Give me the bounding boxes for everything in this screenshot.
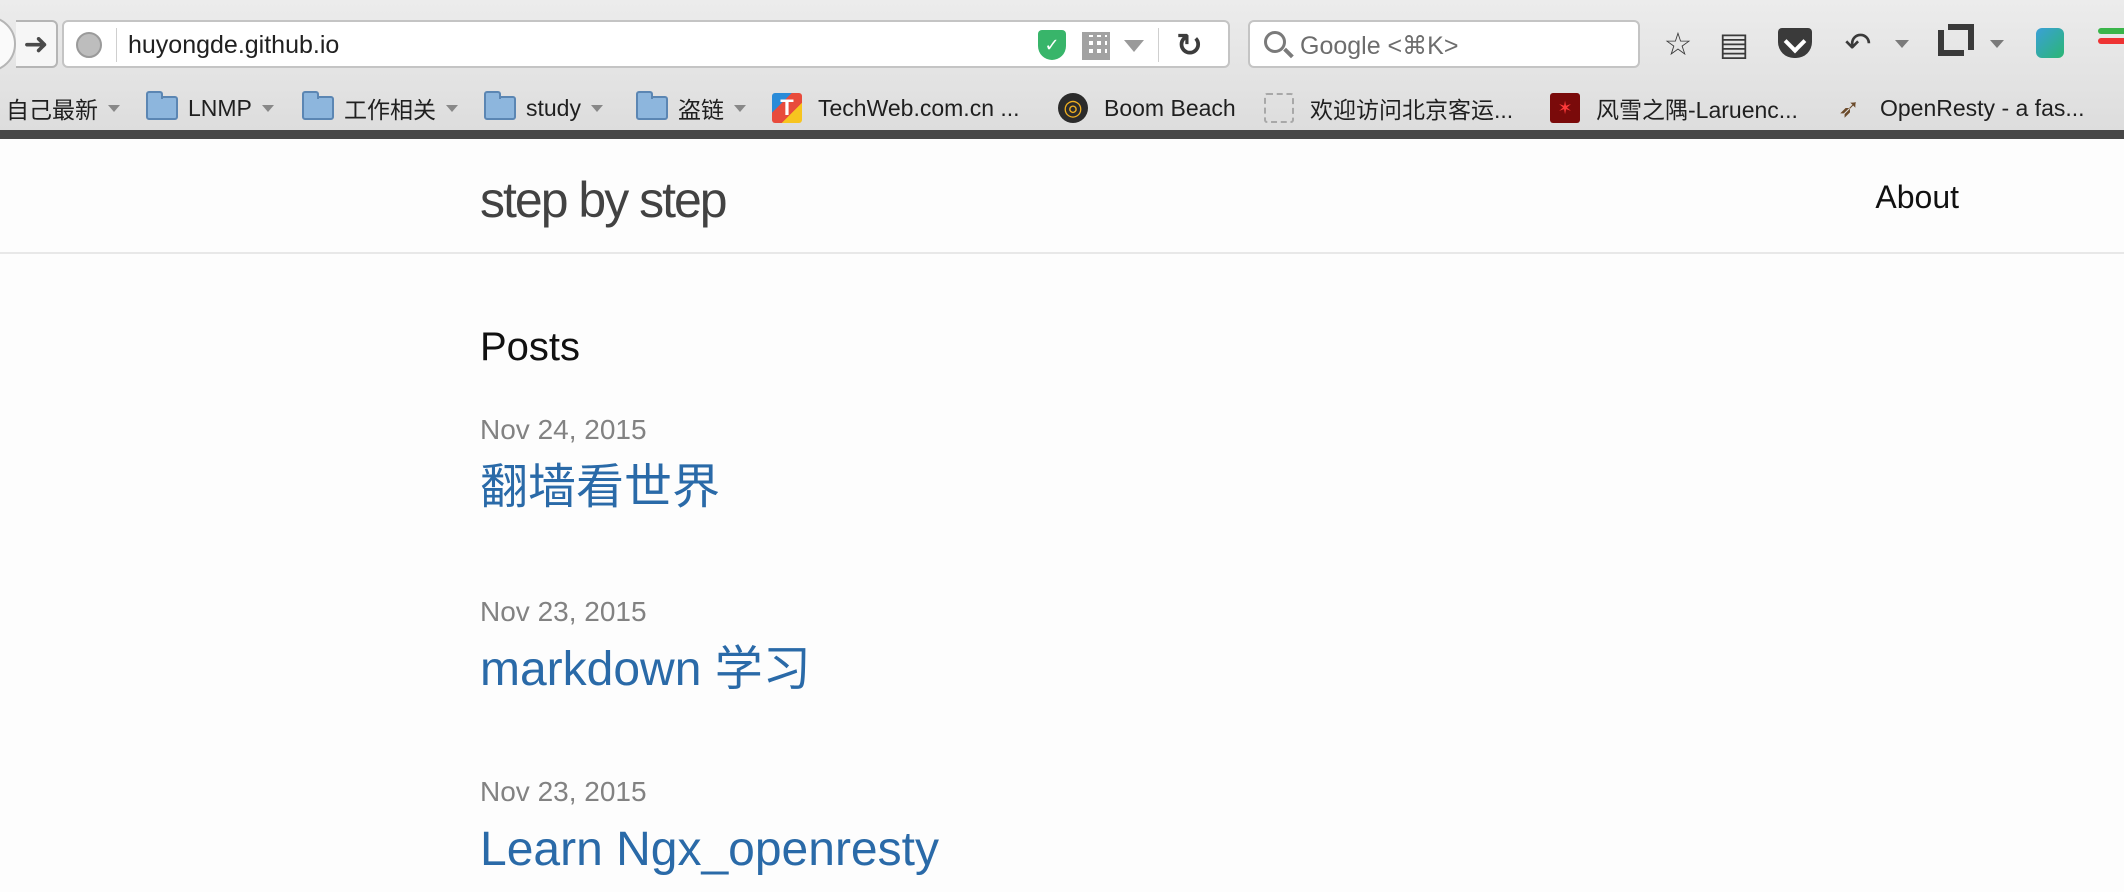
post-date: Nov 24, 2015 [480, 414, 647, 445]
toolbar-divider [0, 130, 2124, 139]
site-title-link[interactable]: step by step [480, 171, 728, 229]
reload-icon[interactable]: ↻ [1176, 26, 1203, 64]
star-icon[interactable]: ☆ [1658, 22, 1698, 66]
shield-icon[interactable]: ✓ [1038, 30, 1066, 60]
chevron-down-icon [734, 104, 746, 112]
bookmark-label: Boom Beach [1104, 94, 1236, 121]
search-placeholder: Google <⌘K> [1300, 32, 1459, 60]
dropdown-arrow-icon[interactable] [1124, 40, 1144, 52]
reading-list-icon[interactable]: ▤ [1714, 22, 1754, 66]
pocket-icon[interactable] [1778, 28, 1812, 58]
techweb-favicon-icon: T [772, 93, 802, 123]
bookmark-site[interactable]: 欢迎访问北京客运... [1264, 90, 1513, 126]
nav-about-link[interactable]: About [1875, 179, 1959, 216]
bookmark-label: 工作相关 [344, 97, 436, 123]
navigation-row: ➜ huyongde.github.io ✓ ↻ Google <⌘K> ☆ ▤… [0, 0, 2124, 86]
forward-button[interactable]: ➜ [16, 20, 58, 68]
url-divider [1158, 28, 1159, 62]
post-title-link[interactable]: 翻墙看世界 [480, 458, 720, 518]
openresty-favicon-icon: ➶ [1838, 93, 1860, 123]
url-divider [116, 28, 117, 62]
post-list-item: Nov 23, 2015 Learn Ngx_openresty [480, 774, 939, 880]
back-button[interactable] [0, 16, 16, 72]
bookmark-label: TechWeb.com.cn ... [818, 94, 1020, 121]
site-header: step by step About [0, 139, 2124, 254]
search-bar[interactable]: Google <⌘K> [1248, 20, 1640, 68]
chevron-down-icon[interactable] [1990, 40, 2004, 48]
chevron-down-icon [108, 104, 120, 112]
bookmarks-bar: 自己最新 LNMP 工作相关 study 盗链 T TechWeb.com.cn… [0, 86, 2124, 130]
posts-section: Posts Nov 24, 2015 翻墙看世界 Nov 23, 2015 ma… [480, 320, 1680, 876]
search-icon [1264, 31, 1286, 53]
bookmark-site[interactable]: ✶ 风雪之隅-Laruenc... [1550, 90, 1798, 126]
bookmark-site[interactable]: T TechWeb.com.cn ... [772, 90, 1020, 126]
undo-icon[interactable]: ↶ [1838, 22, 1878, 66]
arrow-right-icon: ➜ [23, 27, 49, 61]
qr-code-icon[interactable] [1082, 32, 1110, 60]
chevron-down-icon [590, 104, 603, 112]
bookmark-label: 欢迎访问北京客运... [1310, 97, 1514, 123]
bookmark-folder[interactable]: 工作相关 [302, 90, 458, 126]
blank-favicon-icon [1264, 93, 1294, 123]
bookmark-folder[interactable]: 自己最新 [6, 90, 120, 126]
post-date: Nov 23, 2015 [480, 596, 647, 627]
browser-toolbar: ➜ huyongde.github.io ✓ ↻ Google <⌘K> ☆ ▤… [0, 0, 2124, 138]
bookmark-site[interactable]: ◎ Boom Beach [1058, 90, 1236, 126]
bookmark-label: 自己最新 [6, 97, 98, 123]
folder-icon [146, 91, 178, 120]
bookmark-label: LNMP [188, 94, 252, 121]
post-title-link[interactable]: Learn Ngx_openresty [480, 820, 939, 880]
posts-heading: Posts [480, 325, 581, 369]
bookmark-folder[interactable]: 盗链 [636, 90, 746, 126]
chevron-down-icon [261, 104, 274, 112]
sync-arrows-icon[interactable] [2098, 24, 2124, 60]
extension-icon[interactable] [2036, 28, 2064, 58]
bookmark-label: OpenResty - a fas... [1880, 94, 2085, 121]
folder-icon [636, 91, 668, 120]
chevron-down-icon[interactable] [1895, 40, 1909, 48]
post-list-item: Nov 24, 2015 翻墙看世界 [480, 412, 720, 518]
laruence-favicon-icon: ✶ [1550, 93, 1580, 123]
post-date: Nov 23, 2015 [480, 776, 647, 807]
globe-icon [76, 32, 102, 58]
bookmark-label: study [526, 94, 581, 121]
bookmark-label: 盗链 [678, 97, 724, 123]
address-bar[interactable]: huyongde.github.io ✓ ↻ [62, 20, 1230, 68]
folder-icon [484, 91, 516, 120]
bookmark-site[interactable]: ➶ OpenResty - a fas... [1834, 90, 2085, 126]
crop-icon[interactable] [1938, 24, 1974, 56]
bookmark-folder[interactable]: study [484, 90, 603, 126]
bookmark-folder[interactable]: LNMP [146, 90, 274, 126]
boom-beach-favicon-icon: ◎ [1058, 93, 1088, 123]
chevron-down-icon [446, 104, 458, 112]
bookmark-label: 风雪之隅-Laruenc... [1596, 97, 1798, 123]
post-list-item: Nov 23, 2015 markdown 学习 [480, 594, 811, 700]
folder-icon [302, 91, 334, 120]
post-title-link[interactable]: markdown 学习 [480, 640, 811, 700]
url-text[interactable]: huyongde.github.io [128, 31, 339, 60]
